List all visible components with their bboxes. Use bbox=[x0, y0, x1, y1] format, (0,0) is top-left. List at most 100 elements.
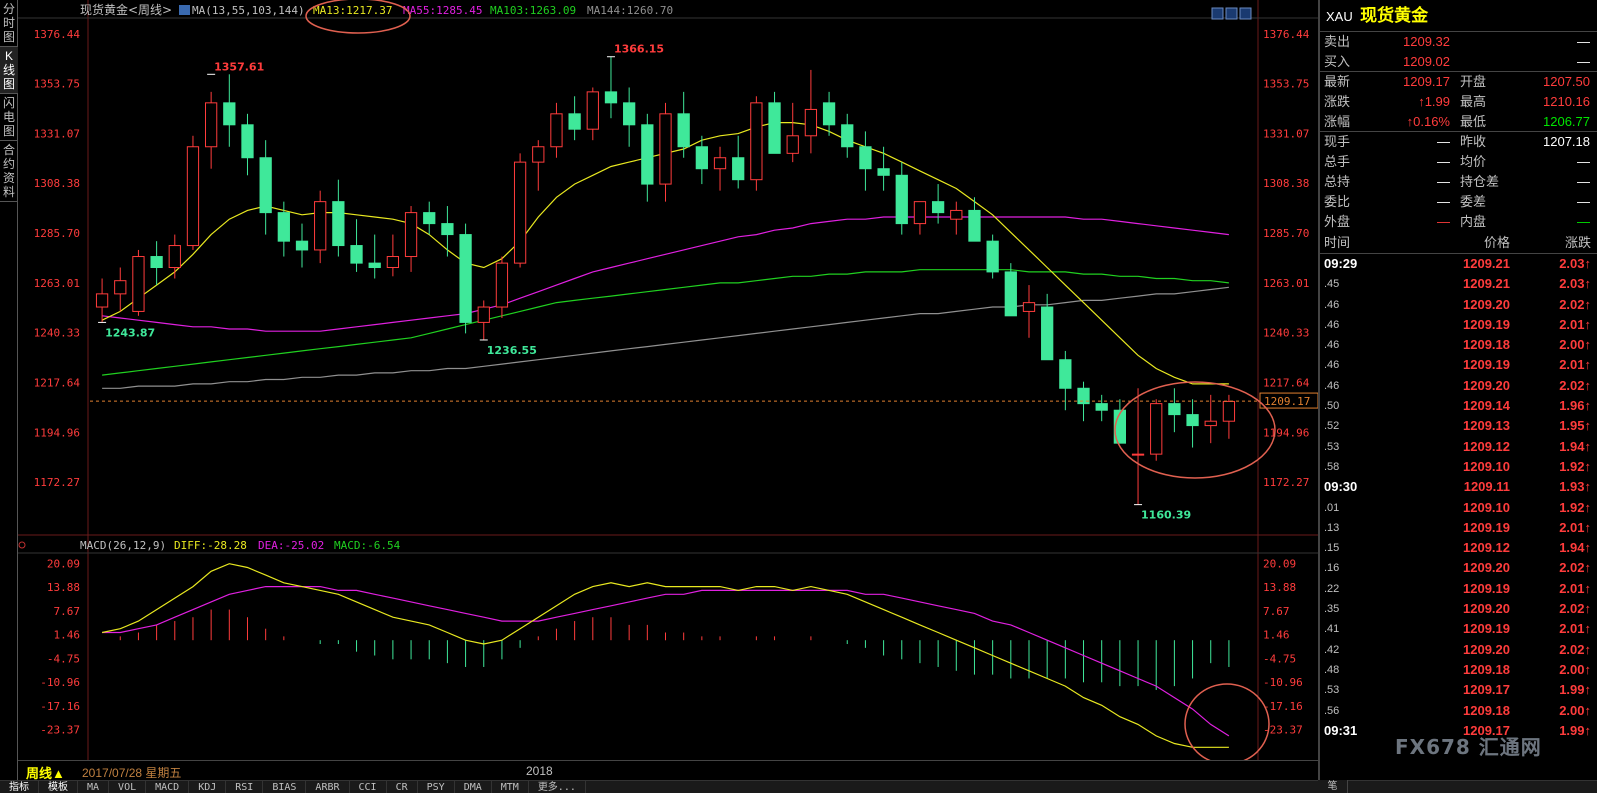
macd-tick-label: 1.46 bbox=[1263, 629, 1290, 642]
quote-row: 总持 — 持仓差 — bbox=[1320, 172, 1597, 192]
indicator-tab-7[interactable]: BIAS bbox=[263, 781, 307, 793]
tick-row: .46 1209.20 2.02↑ bbox=[1320, 295, 1597, 315]
tick-mode-button[interactable]: 笔 bbox=[1318, 780, 1348, 793]
candle-body bbox=[931, 201, 945, 214]
tick-time: 09:30 bbox=[1324, 479, 1358, 495]
zoom-in-icon[interactable] bbox=[1225, 7, 1238, 20]
indicator-tab-13[interactable]: MTM bbox=[492, 781, 529, 793]
quote-fields: 卖出 1209.32 — 买入 1209.02 — 最新 1209.17 开盘 1207.50 涨跌… bbox=[1320, 32, 1597, 232]
tick-row: .46 1209.19 2.01↑ bbox=[1320, 355, 1597, 375]
candle-body bbox=[713, 157, 727, 170]
indicator-tab-5[interactable]: KDJ bbox=[189, 781, 227, 793]
indicator-tab-2[interactable]: MA bbox=[78, 781, 110, 793]
quote-value: 1206.77 bbox=[1543, 114, 1590, 129]
indicator-tab-11[interactable]: PSY bbox=[418, 781, 455, 793]
indicator-tab-12[interactable]: DMA bbox=[455, 781, 492, 793]
candle-body bbox=[477, 306, 490, 323]
quote-value: — bbox=[1577, 174, 1590, 189]
tick-row: .46 1209.18 2.00↑ bbox=[1320, 335, 1597, 355]
candle-body bbox=[986, 240, 999, 273]
indicator-tab-0[interactable]: 指标 bbox=[0, 781, 39, 793]
indicator-tab-4[interactable]: MACD bbox=[146, 781, 190, 793]
tick-time: .22 bbox=[1324, 582, 1340, 595]
quote-row: 外盘 — 内盘 — bbox=[1320, 212, 1597, 232]
quote-label: 最低 bbox=[1460, 114, 1487, 129]
view-tab-3[interactable]: 合约资料 bbox=[0, 141, 18, 202]
candle-body bbox=[804, 108, 818, 137]
indicator-tab-8[interactable]: ARBR bbox=[306, 781, 350, 793]
view-tab-1[interactable]: K线图 bbox=[0, 47, 18, 94]
candle-body bbox=[404, 212, 418, 258]
quote-panel: XAU 现货黄金 卖出 1209.32 — 买入 1209.02 — 最新 1209.17 开盘… bbox=[1318, 0, 1597, 780]
tick-change: 2.01↑ bbox=[1559, 580, 1591, 596]
indicator-tab-9[interactable]: CCI bbox=[350, 781, 387, 793]
tick-price: 1209.18 bbox=[1463, 337, 1510, 353]
tick-price: 1209.20 bbox=[1463, 377, 1510, 393]
view-tab-2[interactable]: 闪电图 bbox=[0, 94, 18, 141]
zoom-out-icon[interactable] bbox=[1211, 7, 1224, 20]
tick-change: 2.03↑ bbox=[1559, 256, 1591, 271]
view-tab-char: 闪 bbox=[2, 96, 15, 110]
quote-label: 最高 bbox=[1460, 94, 1487, 109]
macd-tick-label: -4.75 bbox=[47, 652, 80, 665]
kline-chart-area[interactable]: 1376.44 1353.75 1331.07 1308.38 1285.70 1263.… bbox=[18, 0, 1318, 760]
candle-body bbox=[950, 209, 963, 220]
quote-label: 涨跌 bbox=[1324, 94, 1351, 109]
indicator-settings-icon[interactable] bbox=[179, 5, 190, 15]
view-tab-char: 电 bbox=[2, 110, 15, 124]
quote-label: 内盘 bbox=[1460, 214, 1487, 229]
tick-time: .16 bbox=[1324, 562, 1340, 575]
candle-body bbox=[895, 174, 908, 225]
tick-row: 09:30 1209.11 1.93↑ bbox=[1320, 477, 1597, 497]
quote-value: — bbox=[1577, 54, 1590, 69]
tick-change: 2.01↑ bbox=[1559, 519, 1591, 535]
indicator-tab-10[interactable]: CR bbox=[387, 781, 418, 793]
view-tab-char: 时 bbox=[2, 16, 15, 30]
tick-time: .58 bbox=[1324, 460, 1340, 473]
indicator-tab-3[interactable]: VOL bbox=[109, 781, 147, 793]
tick-price: 1209.19 bbox=[1463, 357, 1510, 373]
quote-value: — bbox=[1437, 154, 1450, 169]
tick-list[interactable]: 09:29 1209.21 2.03↑ .45 1209.21 2.03↑ .46 1209.… bbox=[1320, 254, 1597, 741]
price-tick-label: 1194.96 bbox=[1263, 426, 1309, 439]
tick-price: 1209.19 bbox=[1463, 621, 1510, 637]
macd-tick-label: 20.09 bbox=[1263, 557, 1296, 570]
extreme-label: 1366.15 bbox=[614, 43, 664, 56]
tick-change: 1.92↑ bbox=[1559, 458, 1591, 474]
indicator-tab-14[interactable]: 更多... bbox=[529, 781, 586, 793]
current-price-label: 1209.17 bbox=[1264, 395, 1310, 408]
view-tab-char: 图 bbox=[2, 124, 15, 138]
quote-row: 现手 — 昨收 1207.18 bbox=[1320, 132, 1597, 152]
tick-price: 1209.11 bbox=[1463, 479, 1510, 495]
tick-price: 1209.10 bbox=[1463, 458, 1510, 474]
restore-icon[interactable] bbox=[1239, 7, 1252, 20]
quote-row: 最新 1209.17 开盘 1207.50 bbox=[1320, 72, 1597, 92]
macd-legend: MACD(26,12,9) DIFF:-28.28 DEA:-25.02 MAC… bbox=[80, 539, 401, 552]
tick-price: 1209.19 bbox=[1463, 316, 1510, 332]
macd-tick-label: -23.37 bbox=[40, 724, 80, 737]
candle-body bbox=[604, 91, 618, 104]
view-tab-0[interactable]: 分时图 bbox=[0, 0, 18, 47]
candle-body bbox=[259, 157, 272, 214]
price-tick-label: 1217.64 bbox=[34, 376, 81, 389]
ticks-header: 时间 价格 涨跌 bbox=[1320, 232, 1597, 254]
price-tick-label: 1285.70 bbox=[34, 227, 80, 240]
candle-body bbox=[168, 245, 181, 269]
price-tick-label: 1353.75 bbox=[1263, 78, 1309, 91]
tick-price: 1209.13 bbox=[1463, 418, 1510, 434]
quote-label: 昨收 bbox=[1460, 134, 1487, 149]
macd-tick-label: -10.96 bbox=[1263, 676, 1303, 689]
candle-body bbox=[1168, 403, 1181, 416]
quote-row: 卖出 1209.32 — bbox=[1320, 32, 1597, 52]
tick-time: .46 bbox=[1324, 298, 1340, 311]
extreme-label: 1236.55 bbox=[487, 344, 537, 357]
tick-time: .53 bbox=[1324, 684, 1340, 697]
tick-row: .46 1209.19 2.01↑ bbox=[1320, 315, 1597, 335]
tick-change: 2.02↑ bbox=[1559, 377, 1591, 393]
indicator-tab-1[interactable]: 模板 bbox=[39, 781, 78, 793]
indicator-tab-6[interactable]: RSI bbox=[226, 781, 264, 793]
quote-value: — bbox=[1437, 214, 1450, 229]
tick-row: .16 1209.20 2.02↑ bbox=[1320, 558, 1597, 578]
view-tab-char: 料 bbox=[2, 185, 15, 199]
kline-chart[interactable]: 1376.44 1353.75 1331.07 1308.38 1285.70 1263.… bbox=[18, 0, 1318, 760]
